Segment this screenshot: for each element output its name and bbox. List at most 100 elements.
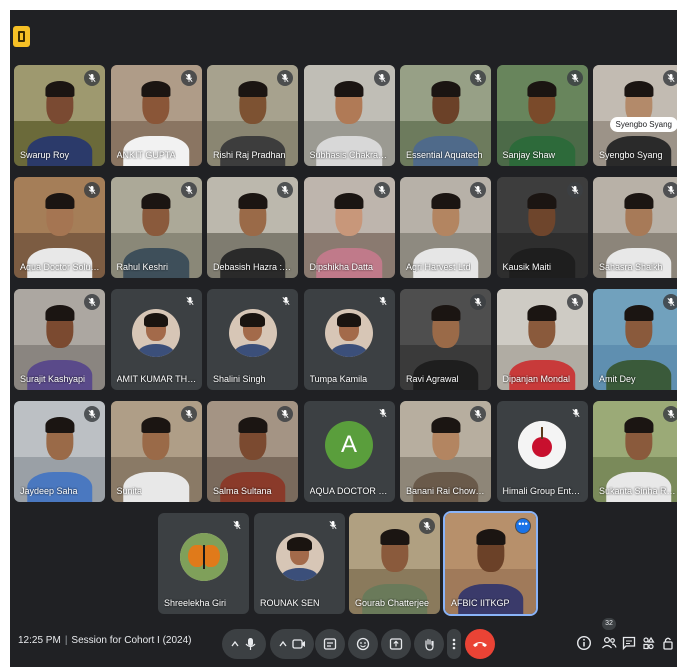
participant-tile[interactable]: ROUNAK SEN xyxy=(254,513,345,614)
participant-tile[interactable]: Sanjay Shaw xyxy=(496,65,588,166)
mic-muted-icon xyxy=(470,406,486,422)
avatar xyxy=(325,309,373,358)
mic-muted-icon xyxy=(470,182,486,198)
participant-name: Agri Harvest Ltd xyxy=(406,262,471,272)
mic-muted-icon xyxy=(180,182,197,198)
participant-tile[interactable]: ••• AFBIC IITKGP xyxy=(443,511,538,616)
participant-tile[interactable]: Shreelekha Giri xyxy=(158,513,249,614)
participant-tile[interactable]: Tumpa Kamila xyxy=(303,289,395,390)
chat-icon[interactable] xyxy=(621,635,637,651)
participant-tile[interactable]: Swarup Roy xyxy=(14,65,105,166)
participant-tile[interactable]: Rishi Raj Pradhan xyxy=(207,65,298,166)
avatar xyxy=(228,309,277,358)
participant-name: Sanjay Shaw xyxy=(502,150,556,160)
participant-tile[interactable]: Sukanta Sinha Roy (SSR) xyxy=(593,401,677,502)
participant-name: ROUNAK SEN xyxy=(260,598,320,608)
people-icon[interactable] xyxy=(601,635,617,651)
raise-hand-button[interactable] xyxy=(414,629,444,659)
participant-tile[interactable]: Dipshikha Datta xyxy=(303,177,395,278)
microphone-icon xyxy=(231,638,256,650)
participant-count-badge: 32 xyxy=(602,618,616,630)
mic-muted-icon xyxy=(180,70,197,86)
mic-muted-icon xyxy=(470,294,486,310)
info-icon[interactable] xyxy=(576,635,592,651)
participant-name: ANKIT GUPTA xyxy=(116,150,176,160)
participant-tile[interactable]: Sahasra Shaikh xyxy=(593,177,677,278)
meeting-window: Swarup Roy ANKIT GUPTA Rishi Raj Pradhan… xyxy=(10,10,677,667)
mic-muted-icon xyxy=(231,519,243,531)
more-options-button[interactable] xyxy=(447,629,461,659)
mic-muted-icon xyxy=(84,406,100,422)
mic-muted-icon xyxy=(84,182,100,198)
mic-muted-icon xyxy=(327,519,339,531)
participant-name: Shreelekha Giri xyxy=(164,598,227,608)
mic-muted-icon xyxy=(663,182,677,198)
participant-name: Sunita xyxy=(116,486,143,496)
participant-name: Subhasis Chakraborty xyxy=(309,150,390,160)
raise-hand-icon xyxy=(425,638,434,651)
participant-tile[interactable]: Surajit Kashyapi xyxy=(14,289,105,390)
participant-tile[interactable]: Salma Sultana xyxy=(207,401,298,502)
present-button[interactable] xyxy=(381,629,411,659)
meeting-info: 12:25 PM | Session for Cohort I (2024) xyxy=(18,635,192,646)
participant-name: Surajit Kashyapi xyxy=(20,374,86,384)
participant-tile[interactable]: Jaydeep Saha xyxy=(14,401,105,502)
more-options-icon xyxy=(452,638,456,650)
participant-tile[interactable]: Syengbo Syang Syengbo Syang xyxy=(593,65,677,166)
mic-muted-icon xyxy=(663,406,677,422)
participant-tile[interactable]: Ravi Agrawal xyxy=(400,289,491,390)
camera-button[interactable] xyxy=(270,629,314,659)
participant-tile[interactable]: Banani Rai Chowdhury xyxy=(400,401,491,502)
participant-tile[interactable]: Agri Harvest Ltd xyxy=(400,177,491,278)
participant-tile[interactable]: AMIT KUMAR THAKUR xyxy=(110,289,202,390)
bottom-control-bar: 12:25 PM | Session for Cohort I (2024) 3… xyxy=(10,618,677,667)
end-call-button[interactable] xyxy=(465,629,495,659)
mic-muted-icon xyxy=(566,70,583,86)
avatar: A xyxy=(325,421,373,470)
participant-name: Shalini Singh xyxy=(213,374,266,384)
speaker-name-chip: Syengbo Syang xyxy=(609,117,677,132)
mic-muted-icon xyxy=(184,295,196,307)
participant-name: Essential Aquatech xyxy=(406,150,483,160)
participant-tile[interactable]: Himali Group Enterprise... xyxy=(496,401,588,502)
emoji-button[interactable] xyxy=(348,629,378,659)
mic-muted-icon xyxy=(419,518,435,534)
participant-name: Jaydeep Saha xyxy=(20,486,78,496)
participant-name: Kausik Maiti xyxy=(502,262,552,272)
participant-tile[interactable]: Amit Dey xyxy=(593,289,677,390)
mic-muted-icon xyxy=(373,70,390,86)
mic-muted-icon xyxy=(566,294,583,310)
mic-muted-icon xyxy=(377,295,389,307)
participant-tile[interactable]: Shalini Singh xyxy=(207,289,298,390)
microphone-button[interactable] xyxy=(222,629,266,659)
mic-muted-icon xyxy=(373,182,390,198)
avatar xyxy=(179,533,228,582)
mic-muted-icon xyxy=(277,182,293,198)
host-controls-icon[interactable] xyxy=(660,635,676,651)
captions-button[interactable] xyxy=(315,629,345,659)
mic-muted-icon xyxy=(566,182,583,198)
mic-muted-icon xyxy=(180,406,197,422)
participant-tile[interactable]: Kausik Maiti xyxy=(496,177,588,278)
participant-tile[interactable]: Dipanjan Mondal xyxy=(496,289,588,390)
participant-tile[interactable]: Rahul Keshri xyxy=(110,177,202,278)
more-options-icon[interactable]: ••• xyxy=(516,519,530,533)
participant-tile[interactable]: Subhasis Chakraborty xyxy=(303,65,395,166)
participant-name: Salma Sultana xyxy=(213,486,272,496)
recording-badge-icon[interactable] xyxy=(13,26,30,47)
mic-muted-icon xyxy=(84,70,100,86)
participant-tile[interactable]: Aqua Doctor Solutions xyxy=(14,177,105,278)
participant-tile[interactable]: ANKIT GUPTA xyxy=(110,65,202,166)
emoji-icon xyxy=(356,637,370,651)
participant-tile[interactable]: Gourab Chatterjee xyxy=(349,513,440,614)
participant-tile[interactable]: Sunita xyxy=(110,401,202,502)
participant-tile[interactable]: A AQUA DOCTOR SOLUTI... xyxy=(303,401,395,502)
activities-icon[interactable] xyxy=(641,635,657,651)
mic-muted-icon xyxy=(377,407,389,419)
participant-tile[interactable]: Essential Aquatech xyxy=(400,65,491,166)
mic-muted-icon xyxy=(470,70,486,86)
participant-name: Himali Group Enterprise... xyxy=(502,486,583,496)
present-icon xyxy=(389,638,403,650)
participant-name: Ravi Agrawal xyxy=(406,374,459,384)
participant-tile[interactable]: Debasish Hazra : Entrepr... xyxy=(207,177,298,278)
